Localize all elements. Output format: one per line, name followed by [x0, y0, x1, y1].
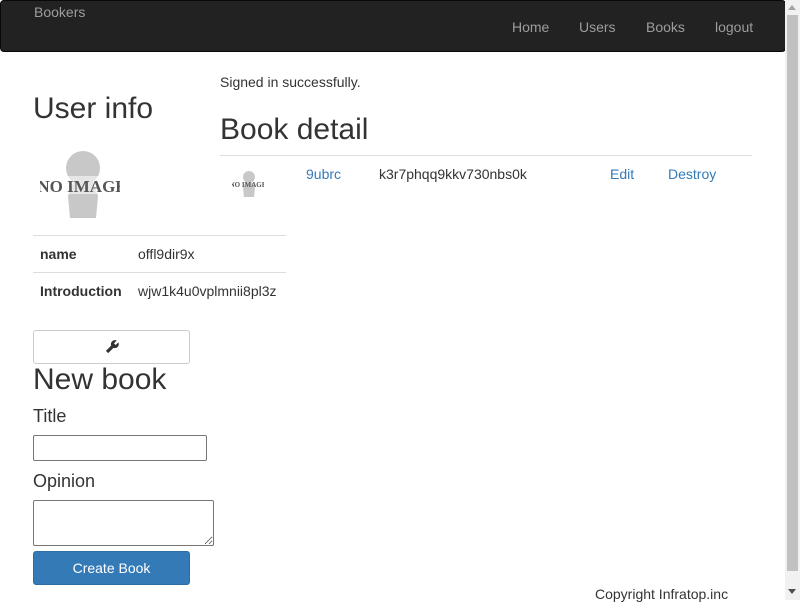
user-info-heading: User info [33, 92, 154, 125]
avatar-placeholder-text: NO IMAGE [40, 177, 120, 196]
opinion-textarea[interactable] [33, 500, 214, 546]
wrench-icon [105, 339, 120, 354]
nav-logout-link[interactable]: logout [715, 19, 753, 35]
table-divider [33, 272, 286, 273]
nav-books-link[interactable]: Books [646, 19, 685, 35]
nav-users-link[interactable]: Users [579, 19, 616, 35]
title-input[interactable] [33, 435, 207, 461]
user-avatar: NO IMAGE [37, 138, 127, 228]
book-user-avatar: NO IMAGE [230, 168, 267, 200]
flash-message: Signed in successfully. [220, 74, 361, 90]
brand-logo[interactable]: Bookers [34, 4, 85, 20]
name-value: offl9dir9x [138, 246, 195, 262]
introduction-label: Introduction [40, 283, 122, 299]
edit-book-link[interactable]: Edit [610, 166, 634, 182]
page-scrollbar[interactable] [785, 0, 800, 600]
opinion-label: Opinion [33, 471, 96, 491]
thumb-placeholder-text: NO IMAGE [232, 181, 264, 189]
book-detail-heading: Book detail [220, 113, 369, 146]
name-label: name [40, 246, 77, 262]
book-title-link[interactable]: 9ubrc [306, 166, 341, 182]
create-book-button[interactable]: Create Book [33, 551, 190, 585]
edit-user-button[interactable] [33, 330, 190, 364]
scroll-up-arrow-icon[interactable] [788, 5, 796, 10]
nav-home-link[interactable]: Home [512, 19, 549, 35]
book-opinion: k3r7phqq9kkv730nbs0k [379, 166, 527, 182]
scrollbar-thumb[interactable] [787, 15, 798, 571]
new-book-heading: New book [33, 363, 167, 396]
destroy-book-link[interactable]: Destroy [668, 166, 716, 182]
table-divider [33, 235, 286, 236]
scroll-down-arrow-icon[interactable] [788, 589, 796, 594]
navbar: Bookers Home Users Books logout [0, 0, 786, 52]
introduction-value: wjw1k4u0vplmnii8pl3z [138, 283, 277, 299]
table-divider [220, 155, 752, 156]
title-label: Title [33, 406, 67, 426]
